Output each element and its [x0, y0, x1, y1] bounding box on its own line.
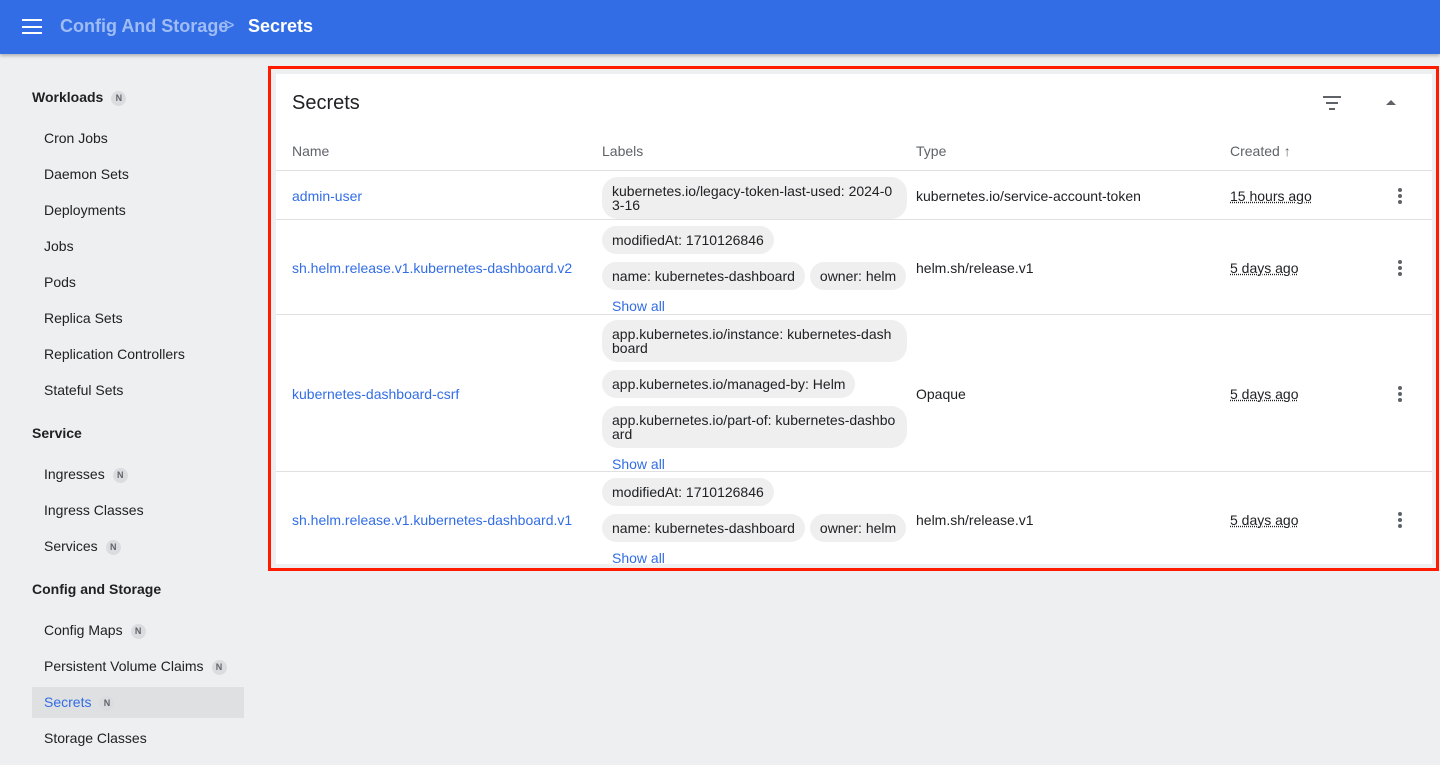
created-time: 5 days ago	[1230, 386, 1299, 402]
more-actions-icon[interactable]	[1398, 386, 1402, 404]
label-chip: modifiedAt: 1710126846	[602, 478, 774, 506]
more-actions-icon[interactable]	[1398, 188, 1402, 206]
more-actions-icon[interactable]	[1398, 512, 1402, 530]
top-bar: Config And Storage > Secrets	[0, 0, 1440, 54]
label-chip: app.kubernetes.io/instance: kubernetes-d…	[602, 320, 907, 362]
label-chip: modifiedAt: 1710126846	[602, 226, 774, 254]
secret-name-link[interactable]: sh.helm.release.v1.kubernetes-dashboard.…	[292, 512, 572, 528]
label-chip: name: kubernetes-dashboard	[602, 262, 805, 290]
namespaced-badge: N	[111, 90, 127, 106]
breadcrumb-current: Secrets	[248, 16, 314, 36]
secret-type: kubernetes.io/service-account-token	[916, 188, 1141, 204]
label-chip: owner: helm	[809, 514, 907, 542]
label-chip: name: kubernetes-dashboard	[602, 514, 805, 542]
sidebar-item-jobs[interactable]: Jobs	[32, 231, 244, 262]
label-chip: app.kubernetes.io/part-of: kubernetes-da…	[602, 406, 907, 448]
more-actions-icon[interactable]	[1398, 260, 1402, 278]
created-time: 15 hours ago	[1230, 188, 1312, 204]
secrets-card: Secrets Name Labels Type Created ↑ admin…	[276, 74, 1432, 566]
label-chip: app.kubernetes.io/managed-by: Helm	[602, 370, 856, 398]
sidebar-item-stateful-sets[interactable]: Stateful Sets	[32, 375, 244, 406]
table-row: admin-user kubernetes.io/legacy-token-la…	[276, 171, 1432, 220]
item-label: Config Maps	[44, 622, 123, 638]
sidebar-section-workloads[interactable]: Workloads N	[32, 89, 127, 106]
column-header-labels: Labels	[602, 143, 644, 159]
header-label: Created	[1230, 143, 1280, 159]
section-label: Workloads	[32, 89, 104, 105]
secret-type: Opaque	[916, 386, 966, 402]
secret-type: helm.sh/release.v1	[916, 512, 1034, 528]
label-chip: kubernetes.io/legacy-token-last-used: 20…	[602, 177, 907, 219]
sidebar-item-services[interactable]: Services N	[32, 531, 244, 562]
sidebar-item-replica-sets[interactable]: Replica Sets	[32, 303, 244, 334]
column-header-created[interactable]: Created ↑	[1230, 143, 1291, 159]
sidebar-item-replication-controllers[interactable]: Replication Controllers	[32, 339, 244, 370]
sort-arrow-up-icon: ↑	[1283, 143, 1291, 159]
column-header-name: Name	[292, 143, 330, 159]
show-all-link[interactable]: Show all	[612, 298, 912, 314]
secret-name-link[interactable]: admin-user	[292, 188, 362, 204]
sidebar-item-config-maps[interactable]: Config Maps N	[32, 615, 244, 646]
namespaced-badge: N	[112, 467, 128, 483]
collapse-icon[interactable]	[1386, 100, 1396, 105]
column-header-type: Type	[916, 143, 947, 159]
sidebar-item-ingresses[interactable]: Ingresses N	[32, 459, 244, 490]
item-label: Services	[44, 538, 98, 554]
sidebar-item-daemon-sets[interactable]: Daemon Sets	[32, 159, 244, 190]
namespaced-badge: N	[130, 623, 146, 639]
sidebar-item-persistent-volume-claims[interactable]: Persistent Volume Claims N	[32, 651, 244, 682]
card-title: Secrets	[292, 92, 360, 114]
secret-name-link[interactable]: kubernetes-dashboard-csrf	[292, 386, 459, 402]
sidebar-item-secrets[interactable]: Secrets N	[32, 687, 244, 718]
namespaced-badge: N	[99, 695, 115, 711]
sidebar-item-pods[interactable]: Pods	[32, 267, 244, 298]
created-time: 5 days ago	[1230, 512, 1299, 528]
table-row: sh.helm.release.v1.kubernetes-dashboard.…	[276, 220, 1432, 315]
breadcrumb-separator-icon: >	[224, 15, 235, 35]
sidebar-item-ingress-classes[interactable]: Ingress Classes	[32, 495, 244, 526]
show-all-link[interactable]: Show all	[612, 456, 912, 472]
filter-icon[interactable]	[1322, 96, 1342, 110]
table-row: sh.helm.release.v1.kubernetes-dashboard.…	[276, 472, 1432, 566]
sidebar-section-service[interactable]: Service	[32, 425, 82, 441]
item-label: Persistent Volume Claims	[44, 658, 204, 674]
namespaced-badge: N	[211, 659, 227, 675]
secret-type: helm.sh/release.v1	[916, 260, 1034, 276]
label-chip: owner: helm	[809, 262, 907, 290]
table-row: kubernetes-dashboard-csrf app.kubernetes…	[276, 315, 1432, 472]
hamburger-menu-icon[interactable]	[22, 19, 42, 34]
sidebar-item-storage-classes[interactable]: Storage Classes	[32, 723, 244, 754]
item-label: Ingresses	[44, 466, 105, 482]
show-all-link[interactable]: Show all	[612, 550, 912, 566]
sidebar-item-deployments[interactable]: Deployments	[32, 195, 244, 226]
breadcrumb-parent[interactable]: Config And Storage	[60, 16, 228, 37]
sidebar-section-config-and-storage[interactable]: Config and Storage	[32, 581, 161, 597]
namespaced-badge: N	[105, 539, 121, 555]
sidebar-item-cron-jobs[interactable]: Cron Jobs	[32, 123, 244, 154]
created-time: 5 days ago	[1230, 260, 1299, 276]
item-label: Secrets	[44, 694, 92, 710]
secret-name-link[interactable]: sh.helm.release.v1.kubernetes-dashboard.…	[292, 260, 572, 276]
